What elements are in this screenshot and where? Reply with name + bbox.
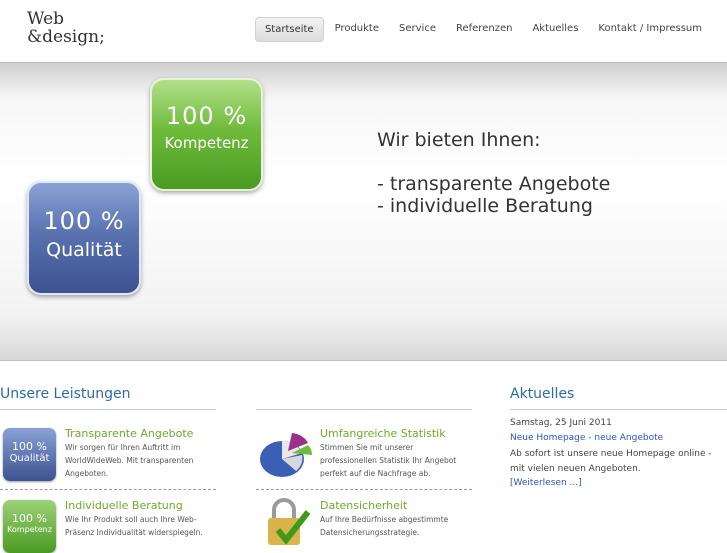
item-text: Wie Ihr Produkt soll auch Ihre Web-Präse… [65, 515, 203, 537]
item-title-transparente-angebote[interactable]: Transparente Angebote [65, 427, 193, 440]
qualitaet-percent: 100 % [43, 207, 125, 235]
kompetenz-label: Kompetenz [164, 134, 249, 152]
main-nav: Startseite Produkte Service Referenzen A… [254, 17, 711, 42]
tagline-heading: Wir bieten Ihnen: [377, 129, 541, 151]
mini-label: Kompetenz [7, 525, 52, 534]
item-title-datensicherheit[interactable]: Datensicherheit [320, 499, 407, 512]
aktuelles-title: Aktuelles [510, 386, 575, 402]
news-headline-link[interactable]: Neue Homepage - neue Angebote [510, 433, 663, 443]
aktuelles-rule [510, 409, 727, 410]
kompetenz-percent: 100 % [165, 102, 248, 130]
qualitaet-icon: 100 % Qualität [3, 428, 56, 481]
pie-chart-icon [260, 433, 313, 477]
mini-percent: 100 % [12, 440, 47, 453]
kompetenz-tile: 100 % Kompetenz [150, 78, 263, 191]
item-title-individuelle-beratung[interactable]: Individuelle Beratung [65, 499, 183, 512]
qualitaet-label: Qualität [46, 239, 122, 261]
item-text: Wir sorgen für Ihren Auftritt im WorldWi… [65, 443, 194, 478]
nav-kontakt-impressum[interactable]: Kontakt / Impressum [589, 17, 711, 42]
logo-line-2: &design; [27, 27, 105, 47]
tagline: Wir bieten Ihnen: - transparente Angebot… [377, 129, 610, 217]
nav-produkte[interactable]: Produkte [326, 17, 388, 42]
leistungen-rule [0, 409, 216, 410]
leistungen-title: Unsere Leistungen [0, 386, 131, 402]
news-text: Ab sofort ist unsere neue Homepage onlin… [510, 449, 712, 474]
mini-percent: 100 % [12, 512, 47, 525]
tagline-item: - transparente Angebote [377, 173, 611, 195]
padlock-check-icon [268, 498, 311, 545]
nav-startseite[interactable]: Startseite [254, 17, 324, 42]
logo-line-1: Web [27, 9, 65, 29]
news-read-more-link[interactable]: [Weiterlesen ...] [510, 478, 582, 488]
news-date: Samstag, 25 Juni 2011 [510, 418, 612, 428]
nav-service[interactable]: Service [390, 17, 445, 42]
item-title-umfangreiche-statistik[interactable]: Umfangreiche Statistik [320, 427, 446, 440]
item-text: Stimmen Sie mit unserer professionellen … [320, 443, 457, 478]
item-divider [256, 489, 472, 490]
leistungen-rule-2 [256, 409, 472, 410]
qualitaet-tile: 100 % Qualität [27, 181, 141, 295]
hero-banner: 100 % Kompetenz 100 % Qualität Wir biete… [0, 62, 727, 361]
mini-label: Qualität [9, 453, 50, 464]
nav-aktuelles[interactable]: Aktuelles [523, 17, 587, 42]
kompetenz-icon: 100 % Kompetenz [3, 500, 56, 553]
nav-referenzen[interactable]: Referenzen [447, 17, 521, 42]
item-divider [0, 489, 216, 490]
item-text: Auf Ihre Bedürfnisse abgestimmte Datensi… [320, 515, 449, 537]
site-logo[interactable]: Web &design; [27, 10, 105, 46]
tagline-item: - individuelle Beratung [377, 195, 593, 217]
